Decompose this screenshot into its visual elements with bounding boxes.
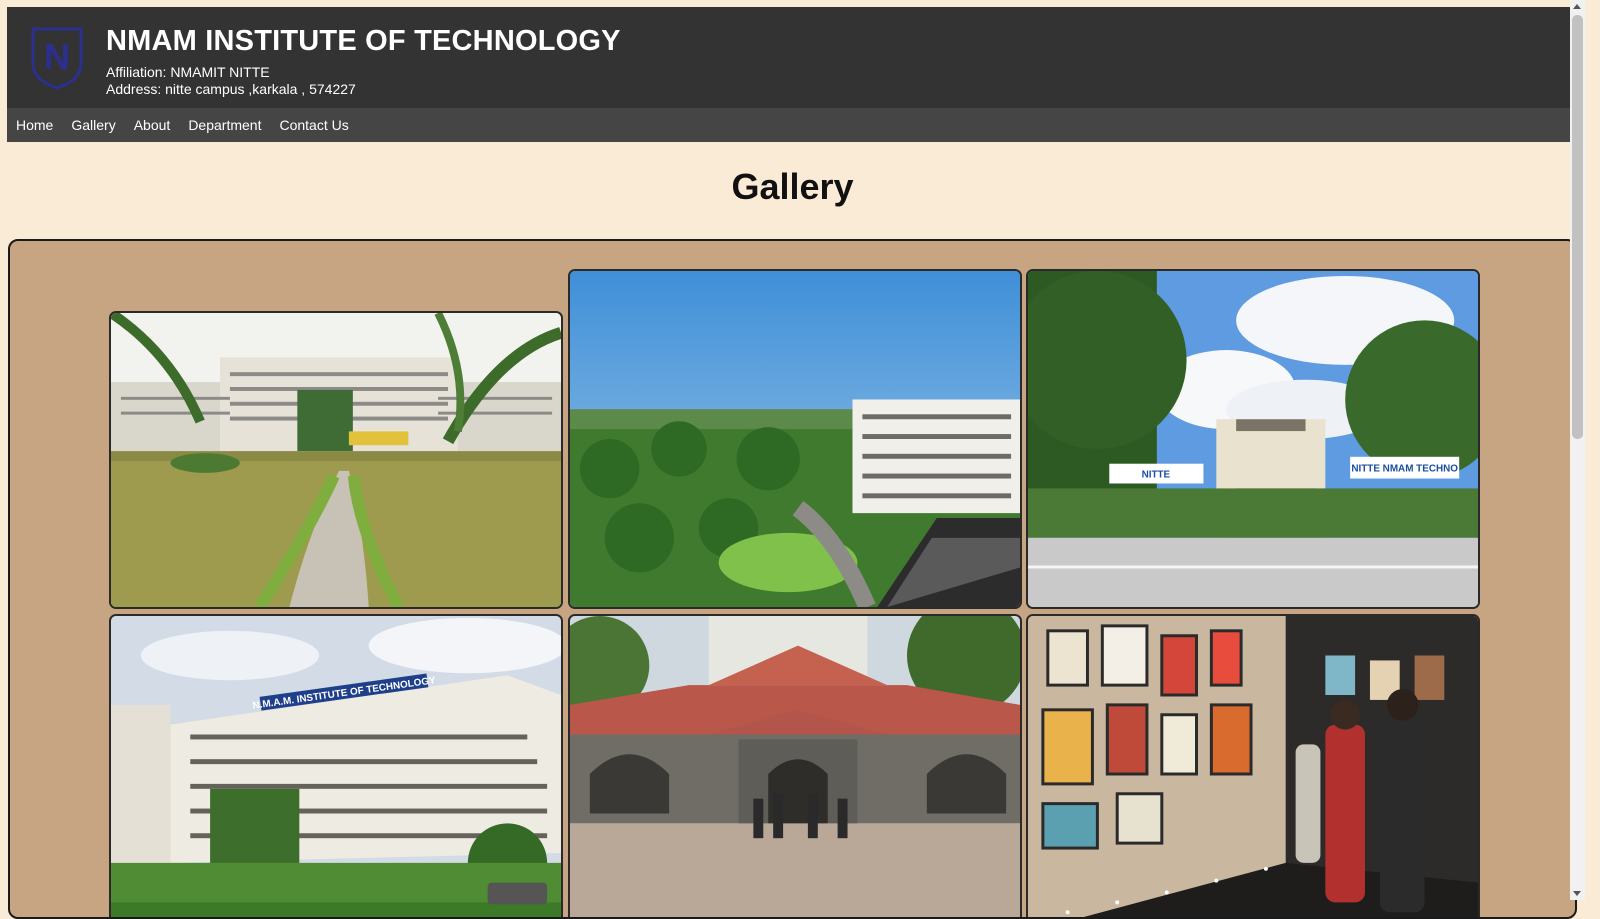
scroll-up-arrow-icon[interactable] [1573,4,1581,9]
address-text: Address: nitte campus ,karkala , 574227 [106,81,356,97]
gallery-photo-heritage-building[interactable] [568,614,1022,917]
affiliation-text: Affiliation: NMAMIT NITTE [106,64,270,80]
gallery-container: NITTE NITTE NMAM TECHNO N.M.A.M. INSTITU… [8,239,1577,919]
gallery-photo-campus-garden[interactable] [109,311,563,609]
site-title: NMAM INSTITUTE OF TECHNOLOGY [106,25,621,57]
gallery-photo-aerial-campus[interactable] [568,269,1022,609]
scrollbar-thumb[interactable] [1572,15,1583,439]
nav-link-home[interactable]: Home [16,117,53,133]
page: N NMAM INSTITUTE OF TECHNOLOGY Affiliati… [0,0,1585,919]
top-strip [0,0,1585,7]
nav-link-contact-us[interactable]: Contact Us [279,117,348,133]
nav-link-department[interactable]: Department [188,117,261,133]
logo-letter: N [44,36,70,77]
site-header: N NMAM INSTITUTE OF TECHNOLOGY Affiliati… [7,7,1578,108]
institute-logo-icon[interactable]: N [30,26,84,90]
gallery-photo-main-building[interactable]: N.M.A.M. INSTITUTE OF TECHNOLOGY [109,614,563,917]
nav-link-gallery[interactable]: Gallery [71,117,115,133]
sign-text-nitte-nmam: NITTE NMAM TECHNO [1351,464,1458,475]
nav-link-about[interactable]: About [134,117,171,133]
vertical-scrollbar[interactable] [1570,0,1585,900]
gallery-photo-art-exhibition[interactable] [1026,614,1480,917]
sign-text-nitte: NITTE [1142,470,1171,481]
scroll-down-arrow-icon[interactable] [1573,891,1581,896]
gallery-heading: Gallery [731,166,854,207]
gallery-photo-campus-entrance[interactable]: NITTE NITTE NMAM TECHNO [1026,269,1480,609]
main-nav: Home Gallery About Department Contact Us [7,108,1578,142]
